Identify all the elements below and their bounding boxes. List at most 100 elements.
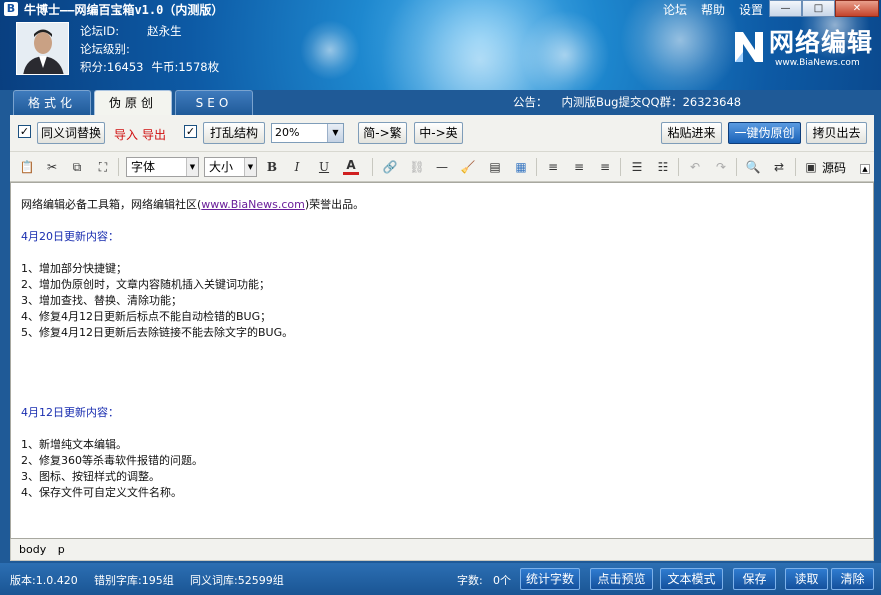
intro-paragraph: 网络编辑必备工具箱，网络编辑社区(www.BiaNews.com)荣誉出品。: [21, 197, 863, 213]
chevron-down-icon: ▼: [327, 124, 343, 142]
simp-to-trad-button[interactable]: 简->繁: [358, 122, 407, 144]
maximize-button[interactable]: □: [802, 0, 835, 17]
copy-out-button[interactable]: 拷贝出去: [806, 122, 867, 144]
source-label[interactable]: 源码: [822, 159, 846, 176]
header: B 牛博士——网编百宝箱v1.0（内测版） 论坛 帮助 设置 — □ ✕ 论坛I…: [0, 0, 881, 90]
editor-content[interactable]: 网络编辑必备工具箱，网络编辑社区(www.BiaNews.com)荣誉出品。 4…: [10, 182, 874, 539]
close-button[interactable]: ✕: [835, 0, 879, 17]
tab-seo[interactable]: SEO: [175, 90, 253, 115]
source-icon[interactable]: ▣: [803, 159, 819, 175]
separator: [372, 158, 373, 176]
paste-icon[interactable]: 📋: [19, 159, 35, 175]
font-select-label: 字体: [131, 160, 156, 174]
load-button[interactable]: 读取: [785, 568, 828, 590]
find-icon[interactable]: 🔍: [745, 159, 761, 175]
copy-icon[interactable]: ⧉: [69, 159, 85, 175]
cn-to-en-button[interactable]: 中->英: [414, 122, 463, 144]
count-words-button[interactable]: 统计字数: [520, 568, 580, 590]
one-click-pseudo-original-button[interactable]: 一键伪原创: [728, 122, 801, 144]
footer: 版本:1.0.420 错别字库:195组 同义词库:52599组 字数: 0个 …: [0, 563, 881, 595]
logo-url: www.BiaNews.com: [775, 58, 860, 68]
list-item: 2、增加伪原创时，文章内容随机插入关键词功能；: [21, 278, 270, 291]
shuffle-structure-button[interactable]: 打乱结构: [203, 122, 265, 144]
forum-level-label: 论坛级别:: [80, 42, 130, 56]
align-right-icon[interactable]: ≡: [597, 159, 613, 175]
fullscreen-icon[interactable]: ⛶: [95, 159, 111, 175]
percent-value: 20%: [275, 126, 300, 139]
separator: [795, 158, 796, 176]
separator: [736, 158, 737, 176]
chevron-down-icon: ▼: [186, 158, 198, 176]
preview-button[interactable]: 点击预览: [590, 568, 653, 590]
collapse-toolbar-icon[interactable]: ▲: [860, 164, 870, 174]
list-item: 5、修复4月12日更新后去除链接不能去除文字的BUG。: [21, 326, 294, 339]
italic-icon[interactable]: I: [289, 159, 305, 175]
size-select[interactable]: 大小 ▼: [204, 157, 257, 177]
align-left-icon[interactable]: ≡: [545, 159, 561, 175]
export-link[interactable]: 导出: [142, 126, 166, 143]
tab-format[interactable]: 格式化: [13, 90, 91, 115]
forum-id-value: 赵永生: [147, 24, 182, 38]
paste-in-button[interactable]: 粘贴进来: [661, 122, 722, 144]
insert-link-icon[interactable]: 🔗: [382, 159, 398, 175]
replace-icon[interactable]: ⇄: [771, 159, 787, 175]
unlink-icon[interactable]: ⛓: [409, 159, 425, 175]
editor-toolbar: 📋 ✂ ⧉ ⛶ 字体 ▼ 大小 ▼ B I U A 🔗 ⛓ — 🧹 ▤ ▦ ≡ …: [10, 152, 874, 182]
synonym-replace-button[interactable]: 同义词替换: [37, 122, 105, 144]
redo-icon[interactable]: ↷: [713, 159, 729, 175]
text-mode-button[interactable]: 文本模式: [660, 568, 723, 590]
forum-link[interactable]: 论坛: [663, 1, 687, 18]
intro-text-end: )荣誉出品。: [304, 198, 365, 211]
word-count-label: 字数:: [457, 574, 483, 587]
synonym-lib-text: 同义词库:52599组: [190, 574, 284, 587]
clear-format-icon[interactable]: 🧹: [460, 159, 476, 175]
element-path-bar: body p: [10, 539, 874, 561]
points-text: 积分:16453: [80, 60, 144, 74]
intro-text: 网络编辑必备工具箱，网络编辑社区(: [21, 198, 202, 211]
undo-icon[interactable]: ↶: [687, 159, 703, 175]
font-select[interactable]: 字体 ▼: [126, 157, 199, 177]
user-info: 论坛ID: 赵永生 论坛级别: 积分:16453 牛币:1578枚: [80, 22, 219, 76]
minimize-button[interactable]: —: [769, 0, 802, 17]
settings-link[interactable]: 设置: [739, 1, 763, 18]
list-item: 1、增加部分快捷键；: [21, 262, 127, 275]
synonym-checkbox[interactable]: ✓: [18, 125, 31, 138]
list-item: 3、图标、按钮样式的调整。: [21, 470, 160, 483]
notice-label: 公告：: [513, 95, 548, 109]
unordered-list-icon[interactable]: ☷: [655, 159, 671, 175]
insert-table-icon[interactable]: ▦: [513, 159, 529, 175]
intro-link[interactable]: www.BiaNews.com: [201, 198, 305, 211]
list-item: 1、新增纯文本编辑。: [21, 438, 127, 451]
import-link[interactable]: 导入: [114, 126, 138, 143]
list-item: 4、保存文件可自定义文件名称。: [21, 486, 182, 499]
app-icon: B: [4, 2, 18, 16]
forum-id-label: 论坛ID:: [80, 24, 120, 38]
save-button[interactable]: 保存: [733, 568, 776, 590]
logo-title: 网络编辑: [769, 28, 874, 57]
tab-pseudo-original[interactable]: 伪原创: [94, 90, 172, 116]
ordered-list-icon[interactable]: ☰: [629, 159, 645, 175]
list-item: 2、修复360等杀毒软件报错的问题。: [21, 454, 203, 467]
bold-icon[interactable]: B: [264, 159, 280, 175]
logo-mark-icon: [735, 32, 763, 62]
insert-image-icon[interactable]: ▤: [487, 159, 503, 175]
shuffle-checkbox[interactable]: ✓: [184, 125, 197, 138]
window-controls: — □ ✕: [769, 0, 879, 17]
size-select-label: 大小: [209, 160, 234, 174]
font-color-icon[interactable]: A: [343, 159, 359, 175]
avatar: [16, 22, 69, 75]
coins-text: 牛币:1578枚: [151, 60, 220, 74]
clear-button[interactable]: 清除: [831, 568, 874, 590]
help-link[interactable]: 帮助: [701, 1, 725, 18]
update-heading: 4月12日更新内容：: [21, 406, 119, 419]
align-center-icon[interactable]: ≡: [571, 159, 587, 175]
top-links: 论坛 帮助 设置: [663, 1, 763, 18]
version-text: 版本:1.0.420: [10, 574, 78, 587]
horizontal-rule-icon[interactable]: —: [434, 159, 450, 175]
underline-icon[interactable]: U: [316, 159, 332, 175]
cut-icon[interactable]: ✂: [44, 159, 60, 175]
separator: [536, 158, 537, 176]
separator: [620, 158, 621, 176]
percent-select[interactable]: 20% ▼: [271, 123, 344, 143]
chevron-down-icon: ▼: [244, 158, 256, 176]
